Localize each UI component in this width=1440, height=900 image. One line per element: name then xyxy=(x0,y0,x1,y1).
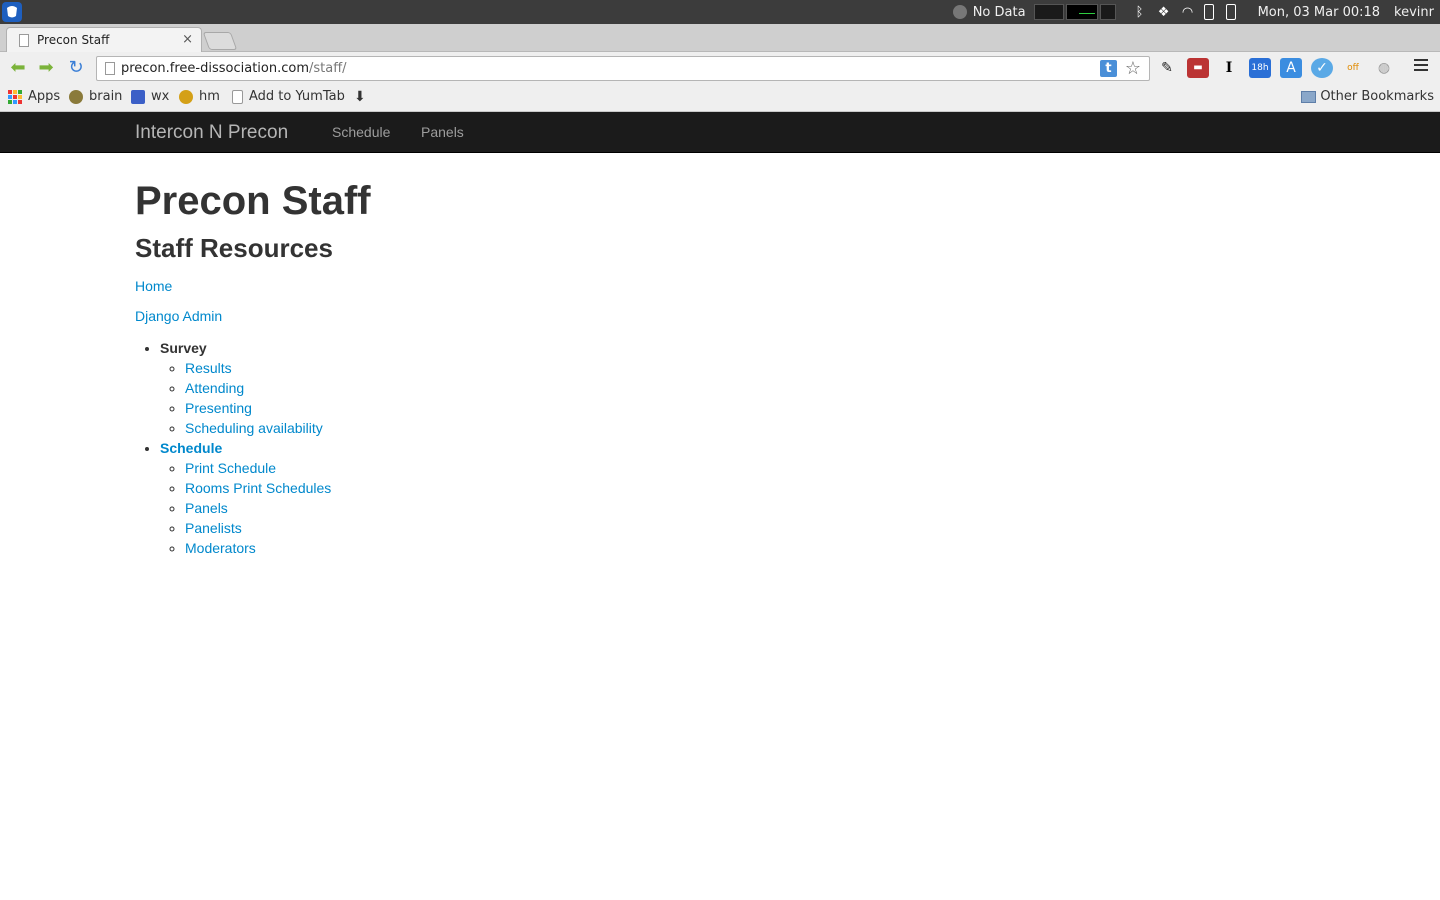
results-link[interactable]: Results xyxy=(185,360,232,376)
instapaper-extension-icon[interactable]: I xyxy=(1218,58,1240,78)
list-item: Scheduling availability xyxy=(185,418,371,438)
back-arrow-icon[interactable]: ⬅ xyxy=(8,58,28,78)
presenting-link[interactable]: Presenting xyxy=(185,400,252,416)
reload-icon[interactable]: ↻ xyxy=(66,58,86,78)
weather-icon xyxy=(952,5,967,19)
other-bookmarks-label: Other Bookmarks xyxy=(1320,89,1434,104)
list-item: Moderators xyxy=(185,538,371,558)
list-item: Results xyxy=(185,358,371,378)
translate-extension-icon[interactable]: A xyxy=(1280,58,1302,78)
page-favicon-icon xyxy=(19,34,29,47)
pin-extension-icon[interactable]: ✎ xyxy=(1156,58,1178,78)
extension-icons: ✎ ▬ I 18h A ✓ off ◍ xyxy=(1156,58,1404,78)
battery-icon[interactable] xyxy=(1203,4,1214,20)
section-title: Staff Resources xyxy=(135,233,333,263)
home-link[interactable]: Home xyxy=(135,278,172,294)
bookmark-brain[interactable]: brain xyxy=(69,89,122,104)
django-admin-link[interactable]: Django Admin xyxy=(135,308,222,324)
network-graph xyxy=(1065,4,1098,20)
battery-2-icon[interactable] xyxy=(1225,4,1236,20)
bookmarks-bar: Apps brain wx hm Add to YumTab ⬇ Other B… xyxy=(0,84,1440,112)
site-brand[interactable]: Intercon N Precon xyxy=(135,122,288,144)
list-item: Panelists xyxy=(185,518,371,538)
cpu-graph xyxy=(1033,4,1064,20)
bookmark-label: wx xyxy=(151,89,170,104)
resources-list: Survey Results Attending Presenting Sche… xyxy=(160,338,371,558)
panelists-link[interactable]: Panelists xyxy=(185,520,242,536)
print-schedule-link[interactable]: Print Schedule xyxy=(185,460,276,476)
calendar-extension-icon[interactable]: 18h xyxy=(1249,58,1271,78)
page-title: Precon Staff xyxy=(135,179,371,223)
wifi-icon[interactable]: ◠ xyxy=(1180,5,1196,20)
rooms-print-schedules-link[interactable]: Rooms Print Schedules xyxy=(185,480,331,496)
bookmark-apps[interactable]: Apps xyxy=(8,89,60,104)
bookmark-label: Add to YumTab xyxy=(249,89,345,104)
bookmark-label: Apps xyxy=(28,89,61,104)
weather-indicator[interactable]: No Data xyxy=(952,4,1026,20)
survey-heading: Survey xyxy=(160,340,207,356)
user-menu[interactable]: kevinr xyxy=(1394,5,1434,20)
bluetooth-icon[interactable]: ᛒ xyxy=(1132,5,1148,20)
attending-link[interactable]: Attending xyxy=(185,380,244,396)
site-navbar: Intercon N Precon Schedule Panels xyxy=(0,112,1440,153)
url-text[interactable]: precon.free-dissociation.com/staff/ xyxy=(121,61,347,76)
tab-strip: Precon Staff × xyxy=(0,24,1440,52)
bookmark-label: brain xyxy=(89,89,123,104)
off-extension-icon[interactable]: off xyxy=(1342,58,1364,78)
clock[interactable]: Mon, 03 Mar 00:18 xyxy=(1258,5,1380,20)
list-item: Attending xyxy=(185,378,371,398)
nav-panels[interactable]: Panels xyxy=(421,124,464,140)
forward-arrow-icon[interactable]: ➡ xyxy=(36,58,56,78)
system-tray: No Data ᛒ ❖ ◠ Mon, 03 Mar 00:18 kevinr xyxy=(952,0,1440,24)
check-extension-icon[interactable]: ✓ xyxy=(1311,58,1333,78)
bookmark-wx[interactable]: wx xyxy=(131,89,169,104)
page-icon xyxy=(105,62,115,75)
list-item: Presenting xyxy=(185,398,371,418)
list-item-survey: Survey Results Attending Presenting Sche… xyxy=(160,338,371,438)
mask-extension-icon[interactable]: ▬ xyxy=(1187,58,1209,78)
tab-precon-staff[interactable]: Precon Staff × xyxy=(6,27,202,52)
nav-schedule[interactable]: Schedule xyxy=(332,124,390,140)
list-item: Rooms Print Schedules xyxy=(185,478,371,498)
panels-link[interactable]: Panels xyxy=(185,500,228,516)
globe-extension-icon[interactable]: ◍ xyxy=(1373,58,1395,78)
schedule-link[interactable]: Schedule xyxy=(160,440,222,456)
os-menu-icon[interactable] xyxy=(2,2,22,22)
weather-text: No Data xyxy=(972,4,1026,20)
bookmark-yumtab[interactable]: Add to YumTab xyxy=(232,89,345,104)
url-host: precon.free-dissociation.com xyxy=(121,61,309,76)
browser-menu-icon[interactable] xyxy=(1414,59,1428,74)
list-item: Panels xyxy=(185,498,371,518)
schedule-sublist: Print Schedule Rooms Print Schedules Pan… xyxy=(185,458,371,558)
list-item-schedule: Schedule Print Schedule Rooms Print Sche… xyxy=(160,438,371,558)
wx-shield-icon xyxy=(131,89,145,104)
tumblr-extension-icon[interactable]: t xyxy=(1100,60,1117,77)
apps-grid-icon xyxy=(8,89,22,104)
url-path: /staff/ xyxy=(309,61,347,76)
survey-sublist: Results Attending Presenting Scheduling … xyxy=(185,358,371,438)
tab-close-icon[interactable]: × xyxy=(182,32,193,47)
other-bookmarks[interactable]: Other Bookmarks xyxy=(1301,89,1434,104)
tab-title: Precon Staff xyxy=(37,33,110,47)
dropbox-icon[interactable]: ❖ xyxy=(1156,5,1172,20)
bee-icon xyxy=(179,89,193,104)
address-bar[interactable]: precon.free-dissociation.com/staff/ t ☆ xyxy=(96,56,1150,81)
page-icon xyxy=(232,89,243,104)
bookmark-star-icon[interactable]: ☆ xyxy=(1125,58,1141,79)
folder-icon xyxy=(1301,90,1317,103)
download-arrow-icon[interactable]: ⬇ xyxy=(354,89,366,105)
browser-toolbar: ⬅ ➡ ↻ precon.free-dissociation.com/staff… xyxy=(0,52,1440,84)
page-content: Precon Staff Staff Resources Home Django… xyxy=(135,153,371,558)
memory-graph xyxy=(1099,4,1116,20)
bookmark-label: hm xyxy=(199,89,220,104)
scheduling-availability-link[interactable]: Scheduling availability xyxy=(185,420,323,436)
os-top-panel: No Data ᛒ ❖ ◠ Mon, 03 Mar 00:18 kevinr xyxy=(0,0,1440,24)
bookmark-hm[interactable]: hm xyxy=(179,89,220,104)
brain-icon xyxy=(69,89,83,104)
moderators-link[interactable]: Moderators xyxy=(185,540,256,556)
list-item: Print Schedule xyxy=(185,458,371,478)
new-tab-button[interactable] xyxy=(202,32,238,50)
